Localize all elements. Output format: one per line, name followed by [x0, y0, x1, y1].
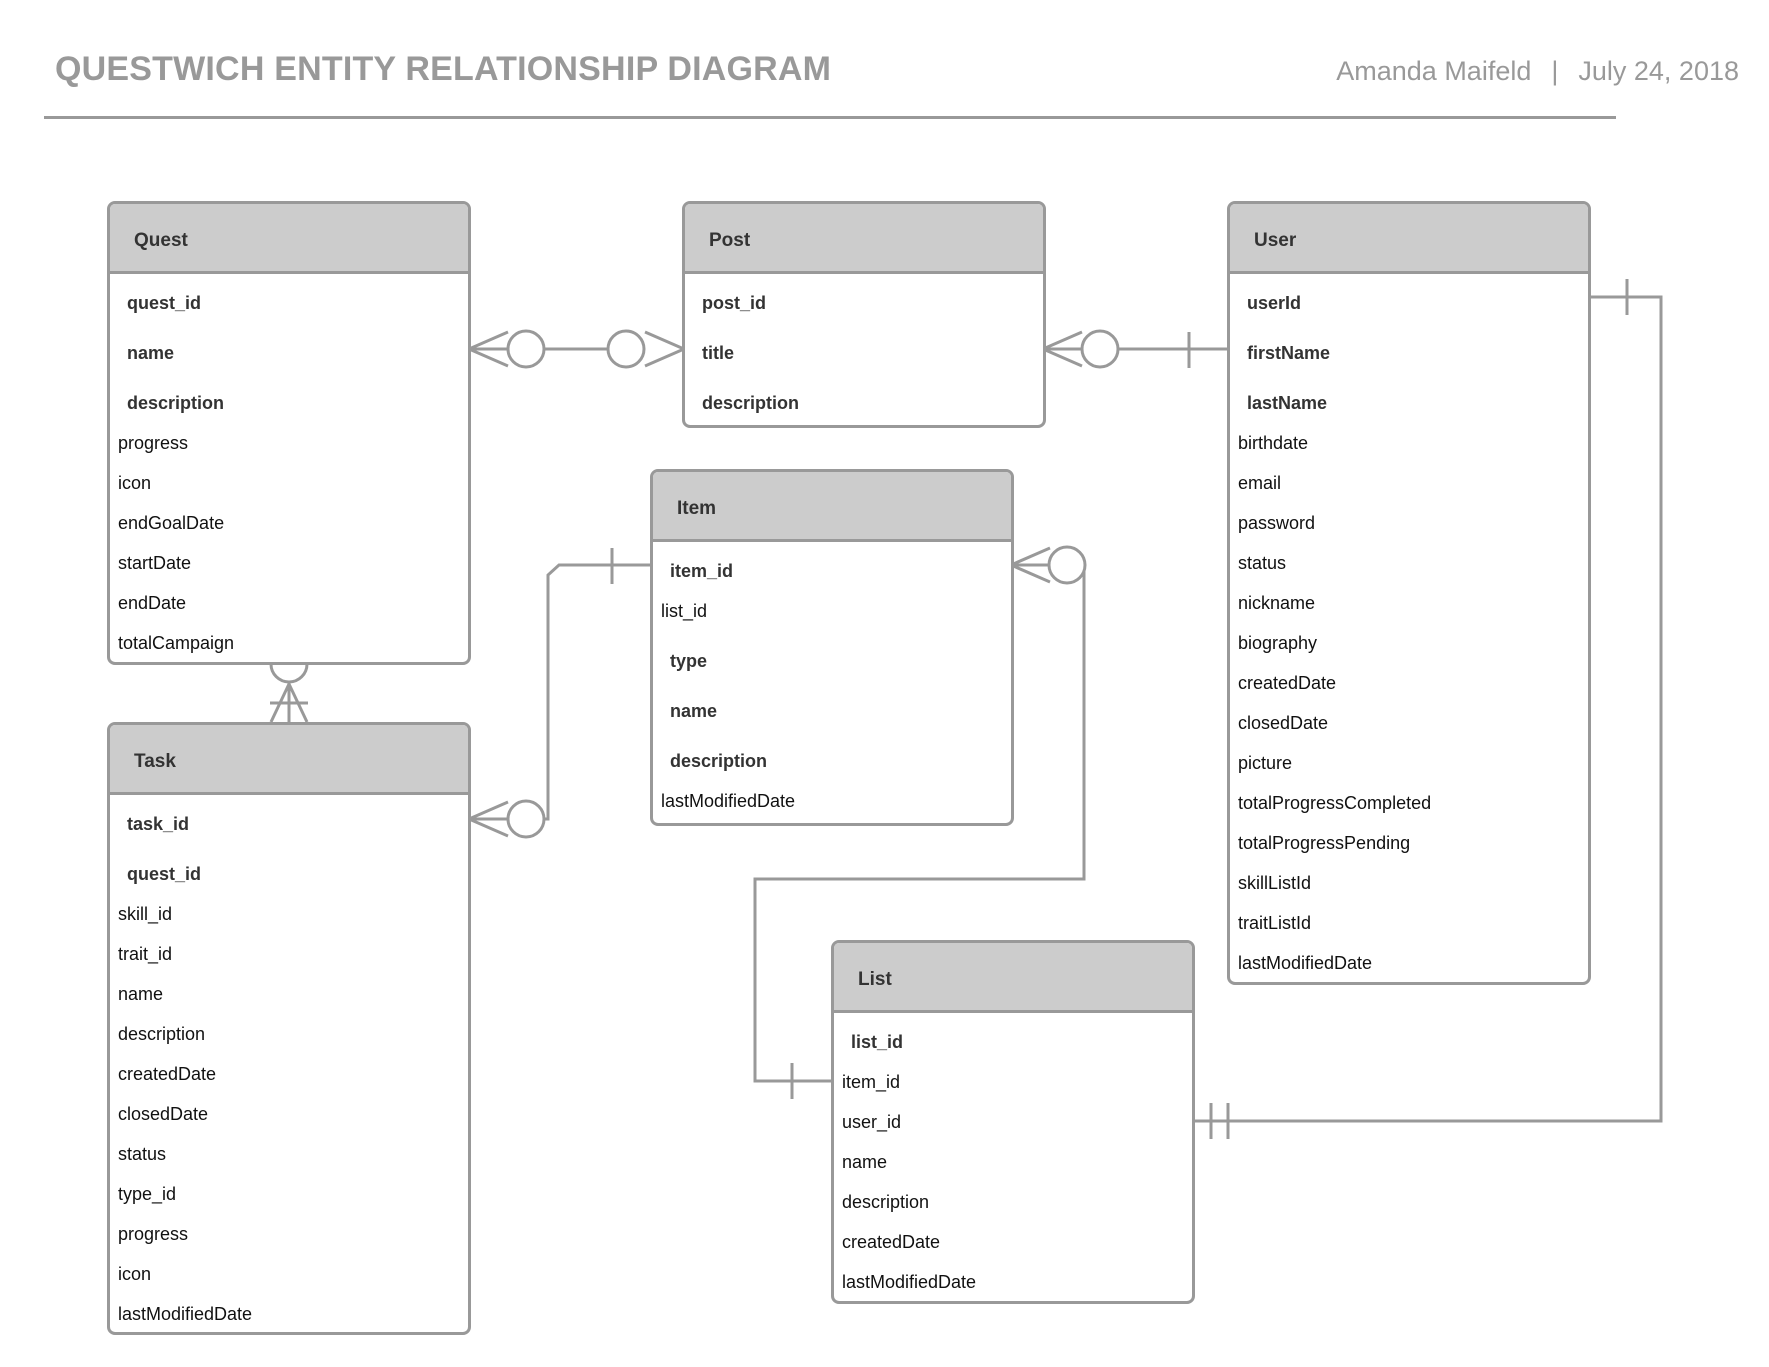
attribute: totalCampaign — [118, 633, 235, 653]
attribute: description — [842, 1192, 930, 1212]
key-attribute: description — [127, 393, 225, 413]
attribute: picture — [1238, 753, 1293, 773]
attribute: closedDate — [118, 1104, 209, 1124]
key-attribute: name — [670, 701, 718, 721]
key-attribute: item_id — [670, 561, 734, 581]
attribute: status — [118, 1144, 167, 1164]
attribute: type_id — [118, 1184, 177, 1204]
entity-item[interactable]: Item item_id list_id type name descripti… — [650, 469, 1014, 826]
entity-title: Post — [685, 204, 1043, 274]
attribute: email — [1238, 473, 1282, 493]
attribute: totalProgressPending — [1238, 833, 1411, 853]
key-attribute: post_id — [702, 293, 767, 313]
attribute: name — [118, 984, 164, 1004]
attribute: icon — [118, 473, 152, 493]
key-attribute: quest_id — [127, 864, 202, 884]
attribute: name — [842, 1152, 888, 1172]
attribute: totalProgressCompleted — [1238, 793, 1432, 813]
attribute: createdDate — [1238, 673, 1337, 693]
key-attribute: task_id — [127, 814, 190, 834]
attribute: birthdate — [1238, 433, 1309, 453]
attribute: biography — [1238, 633, 1318, 653]
key-attribute: userId — [1247, 293, 1302, 313]
entity-title: User — [1230, 204, 1588, 274]
attribute: password — [1238, 513, 1316, 533]
key-attribute: quest_id — [127, 293, 202, 313]
key-attribute: lastName — [1247, 393, 1328, 413]
key-attribute: title — [702, 343, 735, 363]
attribute: lastModifiedDate — [118, 1304, 253, 1324]
attribute: lastModifiedDate — [842, 1272, 977, 1292]
entity-title: Quest — [110, 204, 468, 274]
attribute: user_id — [842, 1112, 902, 1132]
attribute: list_id — [661, 601, 708, 621]
attribute: skill_id — [118, 904, 173, 924]
rel-post-user — [1042, 329, 1228, 369]
entity-title: Task — [110, 725, 468, 795]
key-attribute: description — [702, 393, 800, 413]
attribute: item_id — [842, 1072, 901, 1092]
attribute: createdDate — [842, 1232, 941, 1252]
entity-title: List — [834, 943, 1192, 1013]
attribute: lastModifiedDate — [1238, 953, 1373, 973]
entity-title: Item — [653, 472, 1011, 542]
attribute: progress — [118, 1224, 189, 1244]
attribute: status — [1238, 553, 1287, 573]
attribute: endGoalDate — [118, 513, 225, 533]
entity-post[interactable]: Post post_id title description — [682, 201, 1046, 428]
attribute: traitListId — [1238, 913, 1312, 933]
attribute: createdDate — [118, 1064, 217, 1084]
entity-quest[interactable]: Quest quest_id name description progress… — [107, 201, 471, 665]
attribute: closedDate — [1238, 713, 1329, 733]
attribute: progress — [118, 433, 189, 453]
key-attribute: list_id — [851, 1032, 904, 1052]
attribute: nickname — [1238, 593, 1316, 613]
key-attribute: type — [670, 651, 708, 671]
rel-quest-post — [468, 329, 685, 369]
attribute: icon — [118, 1264, 152, 1284]
attribute: startDate — [118, 553, 192, 573]
attribute: description — [118, 1024, 206, 1044]
attribute: endDate — [118, 593, 187, 613]
entity-user[interactable]: User userId firstName lastName birthdate… — [1227, 201, 1591, 985]
key-attribute: firstName — [1247, 343, 1331, 363]
key-attribute: name — [127, 343, 175, 363]
key-attribute: description — [670, 751, 768, 771]
entity-list[interactable]: List list_id item_id user_id name descri… — [831, 940, 1195, 1304]
rel-task-item — [468, 548, 650, 839]
attribute: trait_id — [118, 944, 173, 964]
attribute: skillListId — [1238, 873, 1312, 893]
entity-task[interactable]: Task task_id quest_id skill_id trait_id … — [107, 722, 471, 1335]
attribute: lastModifiedDate — [661, 791, 796, 811]
